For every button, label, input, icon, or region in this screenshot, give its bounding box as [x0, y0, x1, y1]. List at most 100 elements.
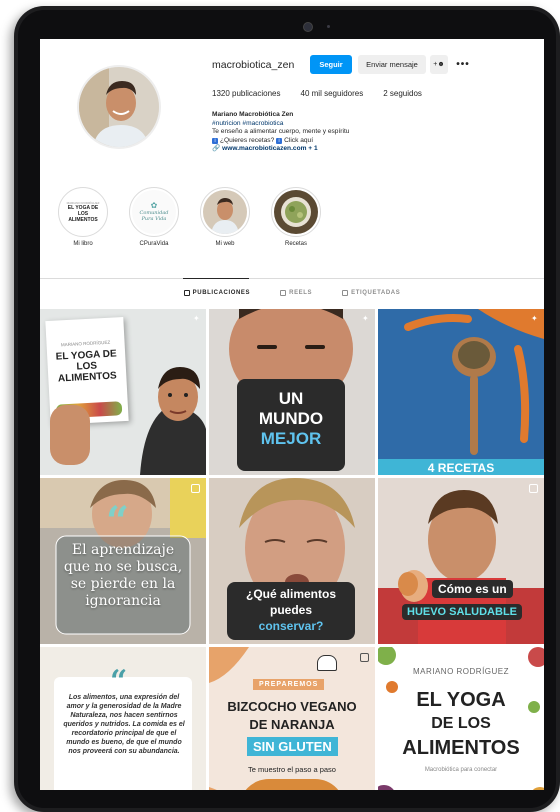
bio-website-link[interactable]: 🔗 www.macrobioticazen.com + 1: [212, 145, 349, 154]
highlight-cover: [203, 190, 247, 234]
send-message-button[interactable]: Enviar mensaje: [358, 55, 426, 74]
post-que-alimentos[interactable]: ¿Qué alimentos puedes conservar?: [209, 478, 375, 644]
book-title-2: DE LOS: [431, 715, 491, 732]
post-yoga-alimentos[interactable]: MARIANO RODRÍGUEZ EL YOGA DE LOS ALIMENT…: [378, 647, 544, 790]
tab-reels[interactable]: REELS: [280, 290, 312, 296]
more-options-button[interactable]: •••: [454, 55, 472, 74]
pin-icon: ✦: [362, 314, 369, 323]
tagged-icon: [342, 290, 349, 296]
highlight-cover-title: EL YOGA DE LOS ALIMENTOS: [67, 205, 99, 223]
book-author: MARIANO RODRÍGUEZ: [412, 667, 510, 676]
pre-label: PREPAREMOS: [253, 679, 325, 690]
tab-label: ETIQUETADAS: [351, 290, 401, 296]
chef-hat-icon: [317, 655, 337, 671]
post-un-mundo-mejor[interactable]: UN MUNDO MEJOR ✦: [209, 309, 375, 475]
suggested-users-button[interactable]: +☻: [430, 55, 448, 74]
quote-text: El aprendizaje que no se busca, se pierd…: [63, 542, 183, 609]
post-4-recetas[interactable]: 4 RECETAS ✦: [378, 309, 544, 475]
highlight-recetas[interactable]: Recetas: [271, 187, 321, 247]
sensor-dot: [327, 25, 330, 28]
bio-question: ¿Quieres recetas?: [220, 136, 275, 144]
book-title: EL YOGA DE LOS ALIMENTOS: [55, 348, 117, 385]
highlight-ring: ✿ Comunidad Pura Vida: [129, 187, 179, 237]
info-icon: i: [212, 137, 218, 144]
highlight-cover: MARIANO RODRÍGUEZ EL YOGA DE LOS ALIMENT…: [61, 190, 105, 234]
pin-icon: ✦: [531, 314, 538, 323]
tab-label: PUBLICACIONES: [192, 290, 251, 296]
bio-hashtags[interactable]: #nutricion #macrobiotica: [212, 120, 349, 129]
caption-line: MUNDO: [258, 409, 324, 428]
recipe-title-1: BIZCOCHO VEGANO: [227, 699, 357, 714]
post-quote-aprendizaje[interactable]: “ El aprendizaje que no se busca, se pie…: [40, 478, 206, 644]
profile-stats: 1320 publicaciones 40 mil seguidores 2 s…: [212, 89, 422, 98]
pin-icon: ✦: [193, 314, 200, 323]
highlight-mi-web[interactable]: Mi web: [200, 187, 250, 247]
quote-text: Los alimentos, una expresión del amor y …: [63, 694, 185, 755]
highlight-ring: MARIANO RODRÍGUEZ EL YOGA DE LOS ALIMENT…: [58, 187, 108, 237]
book-subtitle: Macrobiótica para conectar: [424, 767, 498, 773]
post-huevo-saludable[interactable]: Cómo es un HUEVO SALUDABLE: [378, 478, 544, 644]
bio-name: Mariano Macrobiótica Zen: [212, 111, 294, 118]
highlight-ring: [200, 187, 250, 237]
highlight-label: CPuraVida: [139, 241, 169, 247]
caption-line: ¿Qué alimentos: [245, 587, 337, 601]
profile-bio: Mariano Macrobiótica Zen #nutricion #mac…: [212, 111, 349, 154]
post-quote-alimentos[interactable]: “ Los alimentos, una expresión del amor …: [40, 647, 206, 790]
highlight-label: Mi web: [215, 241, 235, 247]
quote-mark-icon: “: [106, 498, 130, 545]
posts-count: 1320 publicaciones: [212, 89, 281, 98]
active-tab-indicator: [183, 278, 249, 279]
post-bizcocho-vegano[interactable]: PREPAREMOS BIZCOCHO VEGANO DE NARANJA SI…: [209, 647, 375, 790]
bio-line: Te enseño a alimentar cuerpo, mente y es…: [212, 128, 350, 136]
caption-line: MEJOR: [260, 429, 322, 448]
book-title-1: EL YOGA: [416, 689, 506, 711]
book-author: MARIANO RODRÍGUEZ: [60, 339, 111, 348]
caption-box: ¿Qué alimentos puedes conservar?: [227, 582, 355, 640]
post-book-promo[interactable]: MARIANO RODRÍGUEZ EL YOGA DE LOS ALIMENT…: [40, 309, 206, 475]
profile-avatar[interactable]: [77, 65, 161, 149]
highlight-label: Recetas: [284, 241, 307, 247]
website-url[interactable]: www.macrobioticazen.com + 1: [222, 145, 318, 152]
profile-username: macrobiotica_zen: [212, 59, 295, 71]
tab-etiquetadas[interactable]: ETIQUETADAS: [342, 290, 400, 296]
tabs-divider: [40, 278, 544, 279]
caption-box: UN MUNDO MEJOR: [237, 379, 345, 471]
front-camera: [303, 22, 313, 32]
highlight-cpuravida[interactable]: ✿ Comunidad Pura Vida CPuraVida: [129, 187, 179, 247]
recipe-badge: SIN GLUTEN: [247, 737, 338, 756]
highlight-cover: [274, 190, 318, 234]
highlight-cover-title: Comunidad Pura Vida: [139, 210, 169, 222]
instagram-profile-screen: macrobiotica_zen Seguir Enviar mensaje +…: [40, 39, 544, 790]
recipe-title-2: DE NARANJA: [249, 717, 335, 732]
highlight-label: Mi libro: [73, 241, 93, 247]
story-highlights: MARIANO RODRÍGUEZ EL YOGA DE LOS ALIMENT…: [58, 187, 321, 247]
caption-line: puedes: [269, 603, 312, 617]
reels-icon: [280, 290, 287, 296]
book-title-3: ALIMENTOS: [402, 737, 520, 759]
add-person-icon: +☻: [433, 61, 445, 68]
tab-publicaciones[interactable]: PUBLICACIONES: [183, 290, 251, 296]
caption-line-highlight: HUEVO SALUDABLE: [402, 604, 523, 620]
bio-click-here: Click aquí: [284, 136, 314, 144]
reel-icon: [191, 484, 200, 493]
profile-tabs: PUBLICACIONES REELS ETIQUETADAS: [40, 290, 544, 296]
caption-line-top: Cómo es un: [432, 580, 513, 598]
following-count[interactable]: 2 seguidos: [383, 89, 422, 98]
reel-icon: [360, 653, 369, 662]
recipe-sub: Te muestro el paso a paso: [248, 765, 336, 774]
highlight-mi-libro[interactable]: MARIANO RODRÍGUEZ EL YOGA DE LOS ALIMENT…: [58, 187, 108, 247]
grid-icon: [183, 290, 190, 296]
highlight-ring: [271, 187, 321, 237]
followers-count[interactable]: 40 mil seguidores: [301, 89, 364, 98]
recipes-caption: 4 RECETAS: [427, 461, 495, 475]
link-icon: 🔗: [212, 145, 221, 153]
follow-button[interactable]: Seguir: [310, 55, 352, 74]
tab-label: REELS: [289, 290, 313, 296]
caption-line: UN: [278, 389, 304, 408]
info-icon: i: [276, 137, 283, 144]
caption-line: conservar?: [258, 619, 324, 633]
more-dots-icon: •••: [456, 59, 470, 70]
highlight-cover: ✿ Comunidad Pura Vida: [132, 190, 176, 234]
sprout-icon: ✿: [150, 201, 158, 210]
hand: [50, 405, 90, 465]
